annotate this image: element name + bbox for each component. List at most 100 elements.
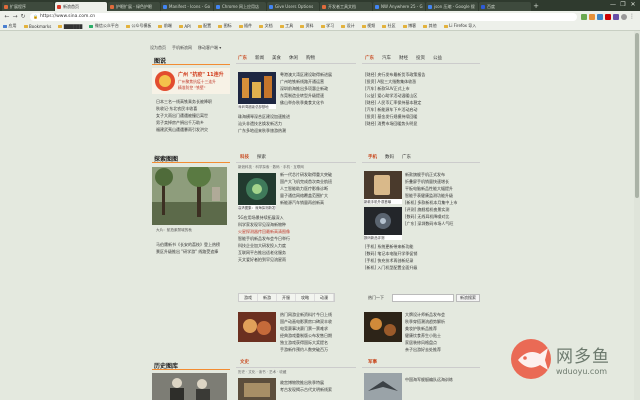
news-link[interactable]: 新一代芯片研发取得重大突破 (280, 171, 356, 178)
tab-guangdong[interactable]: 广东 (238, 55, 247, 61)
news-link[interactable]: 科技企业加大研发投入力度 (238, 242, 356, 249)
ad-headline[interactable]: 广州 "抗疫" 11连升 (178, 71, 224, 78)
browser-tab[interactable]: Give Users Options (267, 2, 319, 11)
minimize-button[interactable]: — (608, 0, 618, 10)
news-link[interactable]: 汕头非遗技艺焕发新活力 (238, 120, 356, 127)
news-link[interactable]: 福建武夷山遭遇暴雨引发洪灾 (156, 126, 232, 133)
bookmark-item[interactable]: 博客 (402, 23, 416, 29)
news-link[interactable]: 佛山举办秋季美食文化节 (280, 99, 356, 106)
tab-shopping[interactable]: 购物 (306, 55, 315, 61)
bookmark-item[interactable]: 插件 (238, 23, 252, 29)
tab-games[interactable]: 游戏 (239, 294, 258, 301)
bookmark-item[interactable]: 公众号模板 (125, 23, 151, 29)
news-link[interactable]: 粤港澳大湾区建设取得新进展 (280, 71, 356, 78)
news-link[interactable]: [新机] 多款新机本月集中上市 (405, 199, 480, 206)
news-link[interactable]: [财经] 央行发布最新货币政策报告 (365, 71, 480, 78)
bookmark-item[interactable]: 其他 (423, 23, 437, 29)
tab-leisure[interactable]: 休闲 (289, 55, 298, 61)
news-link[interactable]: 折叠屏手机销量快速增长 (405, 178, 480, 185)
browser-tab[interactable]: 护眼扩展 - 绿色护眼 (108, 2, 160, 11)
news-link[interactable]: 中国海军舰艇编队远海训练 (405, 376, 480, 383)
extension-icon[interactable] (613, 13, 619, 20)
military-photo[interactable] (364, 373, 402, 400)
news-link[interactable]: 国产动画电影票房口碑双丰收 (280, 318, 356, 325)
close-window-button[interactable]: ✕ (628, 0, 638, 10)
news-link[interactable]: 东莞制造业转型升级提速 (280, 92, 356, 99)
news-link[interactable]: 天文爱好者拍到罕见流星雨 (238, 256, 356, 263)
news-link[interactable]: 景区升级推出 "研学游" 线路受追捧 (156, 248, 232, 255)
news-link[interactable]: 广州地铁新线路开通运营 (280, 78, 356, 85)
extension-icon[interactable] (589, 13, 595, 20)
tab-server-open[interactable]: 开服 (277, 294, 296, 301)
extension-icon[interactable] (581, 13, 587, 20)
forward-button[interactable]: → (11, 13, 19, 21)
tab-military[interactable]: 军事 (368, 359, 377, 365)
new-tab-button[interactable]: + (532, 2, 540, 11)
news-link[interactable]: 互联网平台推出适老化服务 (238, 249, 356, 256)
news-link[interactable]: 热门网游全新资料片今日上线 (280, 311, 356, 318)
news-link[interactable]: 秋季穿搭潮流趋势解析 (405, 318, 480, 325)
news-link[interactable]: 故宫博物院推出秋季特展 (280, 379, 356, 386)
news-link[interactable]: 亲子出游好去处推荐 (405, 346, 480, 353)
news-link[interactable]: [数码] 无线耳机降噪对比 (405, 213, 480, 220)
bookmark-item[interactable]: Bookmarks (23, 24, 51, 29)
news-link[interactable]: [投资] 基金发行规模持续回暖 (365, 113, 480, 120)
tab-auto[interactable]: 汽车 (382, 55, 391, 61)
tab-charity[interactable]: 公益 (433, 55, 442, 61)
news-link[interactable]: 智能手表健康监测功能升级 (405, 192, 480, 199)
bookmark-item[interactable]: ██████ (58, 24, 82, 29)
browser-tab[interactable]: Manifest - Icons - Go (161, 2, 213, 11)
guangdong-photo[interactable] (238, 72, 276, 104)
set-homepage-link[interactable]: 设为首页 (150, 45, 166, 51)
news-link[interactable]: 国产大飞机完成首次商业航班 (280, 178, 356, 185)
bookmark-item[interactable]: 图标 (218, 23, 232, 29)
bookmark-item[interactable]: 设计 (341, 23, 355, 29)
news-link[interactable]: 健康饮食养生小贴士 (405, 332, 480, 339)
address-bar[interactable]: 🔒 https://www.sina.com.cn (29, 12, 577, 21)
search-input[interactable] (392, 294, 454, 302)
game-photo[interactable] (238, 312, 276, 342)
digital-photo[interactable] (364, 207, 402, 235)
back-button[interactable]: ← (3, 13, 11, 21)
news-link[interactable]: 美妆护肤新品推荐 (405, 325, 480, 332)
tab-anime[interactable]: 动漫 (315, 294, 334, 301)
tab-food[interactable]: 美食 (272, 55, 281, 61)
bookmark-item[interactable]: 视频 (361, 23, 375, 29)
tab-explore[interactable]: 探索 (257, 154, 266, 160)
search-button[interactable]: 新浪搜索 (456, 294, 480, 302)
news-link[interactable]: 智能手机新品发布会今日举行 (238, 235, 356, 242)
bookmark-item[interactable]: API (178, 24, 191, 29)
news-link[interactable]: [新机] 入门机型配置全面升级 (365, 264, 480, 271)
news-link[interactable]: [汽车] 新款SUV正式上市 (365, 85, 480, 92)
history-photo[interactable] (152, 373, 227, 400)
tab-history[interactable]: 文史 (240, 359, 249, 365)
tab-guides[interactable]: 攻略 (296, 294, 315, 301)
news-link[interactable]: [数码] 笔记本电脑开学季促销 (365, 250, 480, 257)
tech-photo[interactable] (238, 173, 276, 205)
news-link[interactable]: 秋收记·东北农民丰收喜 (156, 105, 232, 112)
news-link[interactable]: 男子卖掉房产捐出千万助乡 (156, 119, 232, 126)
news-link[interactable]: 5G应用场景持续拓展深入 (238, 214, 356, 221)
news-link[interactable]: 日本三名一线高铁乘务长被降职 (156, 98, 232, 105)
browser-tab[interactable]: NW Anywhere 25 - G (373, 2, 425, 11)
news-link[interactable]: [财经] 人民币汇率保持基本稳定 (365, 99, 480, 106)
tab-finance[interactable]: 财经 (399, 55, 408, 61)
extension-icon[interactable] (597, 13, 603, 20)
extension-icon[interactable] (605, 13, 611, 20)
bookmark-item[interactable]: 学习 (320, 23, 334, 29)
mobile-site-link[interactable]: 手机新浪网 (172, 45, 192, 51)
news-link[interactable]: 大牌设计师新品发布会 (405, 311, 480, 318)
tab-invest[interactable]: 投资 (416, 55, 425, 61)
browser-tab-active[interactable]: 新浪首页 (55, 2, 107, 11)
tab-news[interactable]: 新闻 (255, 55, 264, 61)
phone-photo[interactable] (364, 171, 402, 199)
browser-tab[interactable]: 开发者工具文档 (320, 2, 372, 11)
history-links[interactable]: 历史 · 文化 · 读书 · 艺术 · 收藏 (238, 370, 286, 375)
bookmark-item[interactable]: 前端 (158, 23, 172, 29)
news-link[interactable]: 平板电脑新品性能大幅提升 (405, 185, 480, 192)
reload-button[interactable]: ↻ (19, 13, 27, 21)
bookmark-item[interactable]: 应用 (3, 23, 17, 29)
news-link[interactable]: 家居装修风格盘点 (405, 339, 480, 346)
news-link[interactable]: 女子大雨出门遭遇被撞后离世 (156, 112, 232, 119)
bookmark-item[interactable]: 社区 (382, 23, 396, 29)
